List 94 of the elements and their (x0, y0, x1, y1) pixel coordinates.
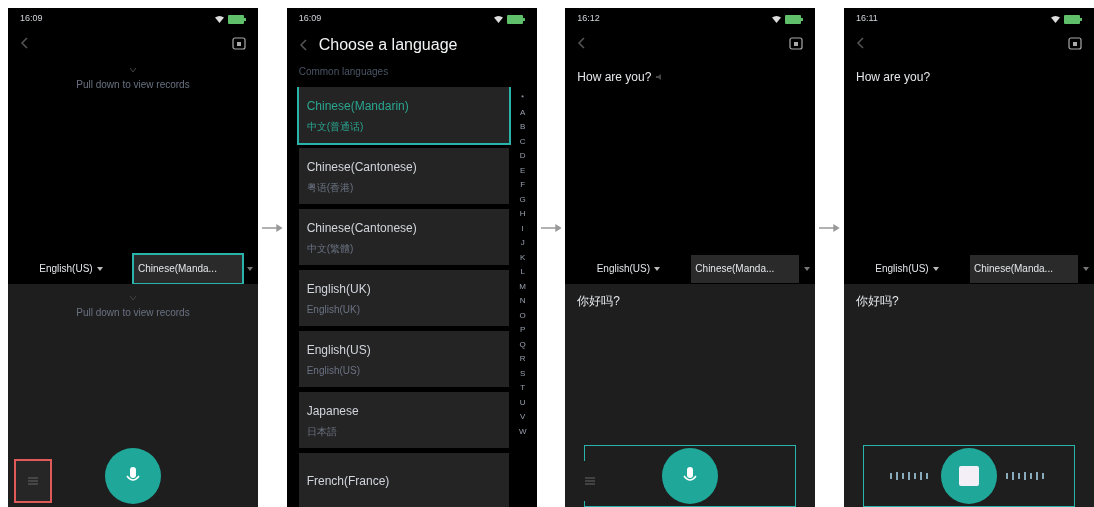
language-item[interactable]: English(US) English(US) (298, 331, 509, 387)
language-native-name: English(UK) (306, 302, 362, 317)
stop-icon (959, 466, 979, 486)
language-native-name: English(US) (306, 363, 362, 378)
caret-icon[interactable] (1083, 266, 1089, 271)
target-language-button[interactable]: Chinese(Manda... (970, 254, 1078, 283)
language-name: Chinese(Cantonese) (306, 219, 418, 237)
language-item[interactable]: French(France) (298, 453, 509, 507)
battery-icon (506, 14, 525, 24)
battery-icon (785, 14, 804, 24)
index-letter[interactable]: L (520, 265, 525, 280)
index-letter[interactable]: B (520, 120, 526, 135)
pull-down-hint: Pull down to view records (76, 306, 190, 320)
caret-icon (96, 266, 103, 271)
status-time: 16:11 (856, 12, 878, 26)
source-text: How are you? (856, 69, 931, 86)
source-language-button[interactable]: English(US) (844, 261, 970, 276)
caret-icon (932, 266, 939, 271)
language-native-name: 中文(繁體) (306, 241, 355, 256)
language-item[interactable]: English(UK) English(UK) (298, 270, 509, 326)
language-item[interactable]: Japanese 日本語 (298, 392, 509, 448)
language-native-name: 日本語 (306, 424, 338, 439)
index-letter[interactable]: C (519, 134, 526, 149)
translated-text: 你好吗? (576, 293, 622, 310)
status-time: 16:09 (298, 12, 322, 26)
index-letter[interactable]: E (520, 163, 526, 178)
index-letter[interactable]: W (518, 424, 527, 439)
status-time: 16:12 (577, 12, 600, 26)
index-letter[interactable]: S (520, 366, 526, 381)
pull-down-hint: Pull down to view records (76, 78, 190, 92)
back-icon[interactable] (577, 37, 586, 49)
battery-icon (1064, 14, 1082, 24)
clipboard-icon[interactable] (232, 36, 246, 50)
wifi-icon (1051, 15, 1060, 23)
arrow-icon (540, 222, 562, 233)
language-name: English(UK) (306, 280, 372, 298)
index-letter[interactable]: M (519, 279, 526, 294)
menu-icon (585, 477, 596, 485)
index-letter[interactable]: * (521, 91, 525, 106)
wifi-icon (493, 15, 503, 23)
source-language-button[interactable]: English(US) (8, 261, 134, 276)
index-letter[interactable]: I (521, 221, 524, 236)
language-native-name: 粤语(香港) (306, 180, 355, 195)
back-icon[interactable] (20, 37, 28, 49)
back-icon[interactable] (298, 39, 307, 51)
caret-icon[interactable] (247, 266, 253, 271)
index-letter[interactable]: N (519, 294, 526, 309)
source-language-button[interactable]: English(US) (565, 261, 692, 276)
source-text: How are you? (577, 69, 652, 86)
language-name: Chinese(Mandarin) (306, 97, 410, 115)
back-icon[interactable] (856, 37, 864, 49)
index-letter[interactable]: H (519, 207, 526, 222)
language-item[interactable]: Chinese(Cantonese) 粤语(香港) (298, 148, 509, 204)
wifi-icon (215, 15, 224, 23)
section-label: Common languages (297, 65, 390, 79)
index-letter[interactable]: T (520, 381, 526, 396)
index-letter[interactable]: K (520, 250, 526, 265)
language-name: Japanese (306, 402, 360, 420)
microphone-button[interactable] (105, 448, 161, 504)
clipboard-icon[interactable] (1068, 36, 1082, 50)
wifi-icon (772, 15, 782, 23)
target-language-button[interactable]: Chinese(Manda... (691, 254, 800, 283)
language-item[interactable]: Chinese(Mandarin) 中文(普通话) (298, 87, 509, 143)
index-letter[interactable]: J (520, 236, 525, 251)
page-title: Choose a language (318, 35, 458, 55)
index-letter[interactable]: F (520, 178, 526, 193)
stop-button[interactable] (941, 448, 997, 504)
pull-down-icon (130, 68, 136, 73)
status-time: 16:09 (20, 12, 43, 26)
target-language-button[interactable]: Chinese(Manda... (134, 254, 242, 283)
language-name: English(US) (306, 341, 372, 359)
language-name: Chinese(Cantonese) (306, 158, 418, 176)
battery-icon (228, 14, 246, 24)
arrow-icon (262, 222, 283, 233)
caret-icon (654, 266, 660, 271)
index-letter[interactable]: A (520, 105, 526, 120)
language-name: French(France) (306, 473, 391, 490)
microphone-button[interactable] (662, 448, 719, 504)
caret-icon[interactable] (804, 266, 811, 271)
index-letter[interactable]: G (519, 192, 526, 207)
language-item[interactable]: Chinese(Cantonese) 中文(繁體) (298, 209, 509, 265)
index-letter[interactable]: V (520, 410, 526, 425)
language-native-name: 中文(普通话) (306, 119, 365, 134)
index-letter[interactable]: U (519, 395, 526, 410)
index-letter[interactable]: R (519, 352, 526, 367)
index-letter[interactable]: D (519, 149, 526, 164)
translated-text: 你好吗? (855, 293, 900, 310)
index-letter[interactable]: P (520, 323, 526, 338)
menu-icon (28, 477, 38, 485)
index-letter[interactable]: O (519, 308, 526, 323)
clipboard-icon[interactable] (789, 36, 804, 50)
index-letter[interactable]: Q (519, 337, 526, 352)
pull-down-icon (130, 296, 136, 301)
arrow-icon (819, 222, 840, 233)
